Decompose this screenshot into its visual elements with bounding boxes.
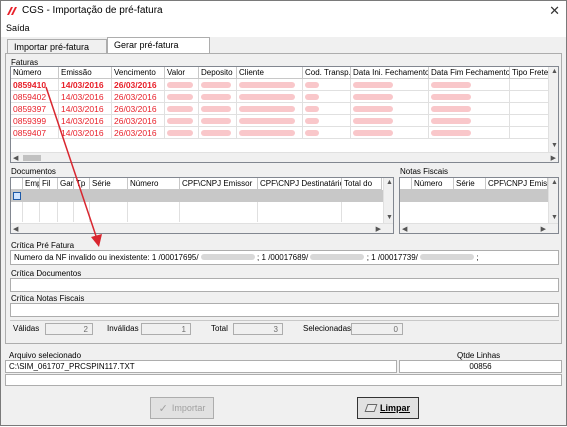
faturas-vertical-scrollbar[interactable]: ▲ ▼ bbox=[548, 67, 558, 152]
scroll-down-icon[interactable]: ▼ bbox=[386, 214, 393, 221]
importar-button[interactable]: ✓ Importar bbox=[150, 397, 214, 419]
col-vencimento[interactable]: Vencimento bbox=[112, 67, 165, 79]
table-row[interactable]: 0859410 14/03/2016 26/03/2016 bbox=[11, 79, 550, 91]
invalidas-count: 1 bbox=[141, 323, 191, 335]
col-data-ini-fechamento[interactable]: Data Ini. Fechamento bbox=[351, 67, 429, 79]
scroll-up-icon[interactable]: ▲ bbox=[551, 179, 558, 186]
checkmark-icon: ✓ bbox=[158, 402, 168, 415]
window-title: CGS - Importação de pré-fatura bbox=[22, 5, 163, 16]
qtde-linhas-field[interactable]: 00856 bbox=[399, 360, 562, 373]
total-count: 3 bbox=[233, 323, 283, 335]
critica-pre-fatura-label: Crítica Pré Fatura bbox=[11, 241, 75, 250]
table-row[interactable]: 0859407 14/03/2016 26/03/2016 bbox=[11, 127, 550, 139]
critica-notas-fiscais-label: Crítica Notas Fiscais bbox=[11, 294, 85, 303]
notas-fiscais-horizontal-scrollbar[interactable]: ◀ ▶ bbox=[400, 223, 558, 233]
notas-fiscais-header: Número Série CPF\CNPJ Emiss bbox=[400, 178, 548, 190]
critica-notas-fiscais-field[interactable] bbox=[10, 303, 559, 317]
col-cliente[interactable]: Cliente bbox=[237, 67, 303, 79]
arquivo-label: Arquivo selecionado bbox=[9, 351, 82, 360]
total-label: Total bbox=[211, 324, 228, 333]
faturas-grid[interactable]: Número Emissão Vencimento Valor Deposito… bbox=[10, 66, 559, 163]
divider bbox=[10, 320, 559, 321]
validas-label: Válidas bbox=[13, 324, 40, 333]
notas-fiscais-vertical-scrollbar[interactable]: ▲ ▼ bbox=[548, 178, 558, 223]
col-tipo-frete[interactable]: Tipo Frete bbox=[510, 67, 550, 79]
col-nf-cnpj-emissor[interactable]: CPF\CNPJ Emiss bbox=[486, 178, 548, 190]
qtde-linhas-label: Qtde Linhas bbox=[457, 351, 501, 360]
scroll-right-icon[interactable]: ▶ bbox=[551, 154, 556, 162]
faturas-horizontal-scrollbar[interactable]: ◀ ▶ bbox=[11, 152, 558, 162]
table-row[interactable] bbox=[11, 190, 385, 202]
progress-bar bbox=[5, 374, 562, 386]
invalidas-label: Inválidas bbox=[107, 324, 139, 333]
col-serie[interactable]: Série bbox=[90, 178, 128, 190]
notas-fiscais-grid[interactable]: Número Série CPF\CNPJ Emiss ▲ ▼ ◀ ▶ bbox=[399, 177, 559, 234]
col-numero[interactable]: Número bbox=[11, 67, 59, 79]
col-nf-numero[interactable]: Número bbox=[412, 178, 454, 190]
scroll-left-icon[interactable]: ◀ bbox=[13, 225, 18, 233]
selecionadas-count: 0 bbox=[351, 323, 403, 335]
col-cnpj-destinatario[interactable]: CPF\CNPJ Destinatário bbox=[258, 178, 342, 190]
documentos-label: Documentos bbox=[11, 167, 56, 176]
col-tp[interactable]: Tp bbox=[74, 178, 90, 190]
col-numero-doc[interactable]: Número bbox=[128, 178, 180, 190]
arquivo-selecionado-field[interactable]: C:\SIM_061707_PRCSPIN117.TXT bbox=[5, 360, 397, 373]
validas-count: 2 bbox=[45, 323, 93, 335]
eraser-icon bbox=[364, 404, 378, 412]
selecionadas-label: Selecionadas bbox=[303, 324, 352, 333]
menu-bar: Saída bbox=[1, 21, 566, 37]
title-bar: CGS - Importação de pré-fatura ✕ bbox=[1, 1, 566, 21]
scroll-down-icon[interactable]: ▼ bbox=[551, 142, 558, 149]
documentos-horizontal-scrollbar[interactable]: ◀ ▶ bbox=[11, 223, 393, 233]
col-cnpj-emissor[interactable]: CPF\CNPJ Emissor bbox=[180, 178, 258, 190]
scroll-right-icon[interactable]: ▶ bbox=[376, 225, 381, 233]
col-emp[interactable]: Emp bbox=[23, 178, 40, 190]
scroll-thumb[interactable] bbox=[23, 155, 41, 161]
close-icon[interactable]: ✕ bbox=[549, 3, 560, 19]
table-row[interactable] bbox=[400, 190, 550, 202]
critica-documentos-label: Crítica Documentos bbox=[11, 269, 82, 278]
col-cod-transp[interactable]: Cod. Transp. bbox=[303, 67, 351, 79]
col-deposito[interactable]: Deposito bbox=[199, 67, 237, 79]
critica-documentos-field[interactable] bbox=[10, 278, 559, 292]
col-data-fim-fechamento[interactable]: Data Fim Fechamento bbox=[429, 67, 510, 79]
scroll-up-icon[interactable]: ▲ bbox=[551, 68, 558, 75]
main-window: CGS - Importação de pré-fatura ✕ Saída I… bbox=[0, 0, 567, 426]
app-logo-icon bbox=[7, 7, 17, 15]
col-total-do[interactable]: Total do bbox=[342, 178, 382, 190]
tab-importar-pre-fatura[interactable]: Importar pré-fatura bbox=[7, 39, 107, 53]
col-fil[interactable]: Fil bbox=[40, 178, 58, 190]
scroll-left-icon[interactable]: ◀ bbox=[13, 154, 18, 162]
col-emissao[interactable]: Emissão bbox=[59, 67, 112, 79]
scroll-left-icon[interactable]: ◀ bbox=[402, 225, 407, 233]
documentos-header: Emp Fil Gar Tp Série Número CPF\CNPJ Emi… bbox=[11, 178, 382, 190]
col-valor[interactable]: Valor bbox=[165, 67, 199, 79]
table-row[interactable]: 0859397 14/03/2016 26/03/2016 bbox=[11, 103, 550, 115]
scroll-right-icon[interactable]: ▶ bbox=[541, 225, 546, 233]
table-row[interactable]: 0859402 14/03/2016 26/03/2016 bbox=[11, 91, 550, 103]
col-gar[interactable]: Gar bbox=[58, 178, 74, 190]
tab-gerar-pre-fatura[interactable]: Gerar pré-fatura bbox=[107, 37, 210, 53]
critica-pre-fatura-field[interactable]: Numero da NF invalido ou inexistente: 1 … bbox=[10, 250, 559, 265]
documentos-vertical-scrollbar[interactable]: ▲ ▼ bbox=[383, 178, 393, 223]
faturas-header: Número Emissão Vencimento Valor Deposito… bbox=[11, 67, 550, 79]
table-row[interactable]: 0859399 14/03/2016 26/03/2016 bbox=[11, 115, 550, 127]
row-indicator-icon bbox=[13, 192, 21, 200]
col-nf-serie[interactable]: Série bbox=[454, 178, 486, 190]
menu-item-saida[interactable]: Saída bbox=[6, 23, 30, 33]
scroll-down-icon[interactable]: ▼ bbox=[551, 214, 558, 221]
scroll-up-icon[interactable]: ▲ bbox=[386, 179, 393, 186]
notas-fiscais-label: Notas Fiscais bbox=[400, 167, 449, 176]
documentos-grid[interactable]: Emp Fil Gar Tp Série Número CPF\CNPJ Emi… bbox=[10, 177, 394, 234]
limpar-button[interactable]: Limpar bbox=[357, 397, 419, 419]
